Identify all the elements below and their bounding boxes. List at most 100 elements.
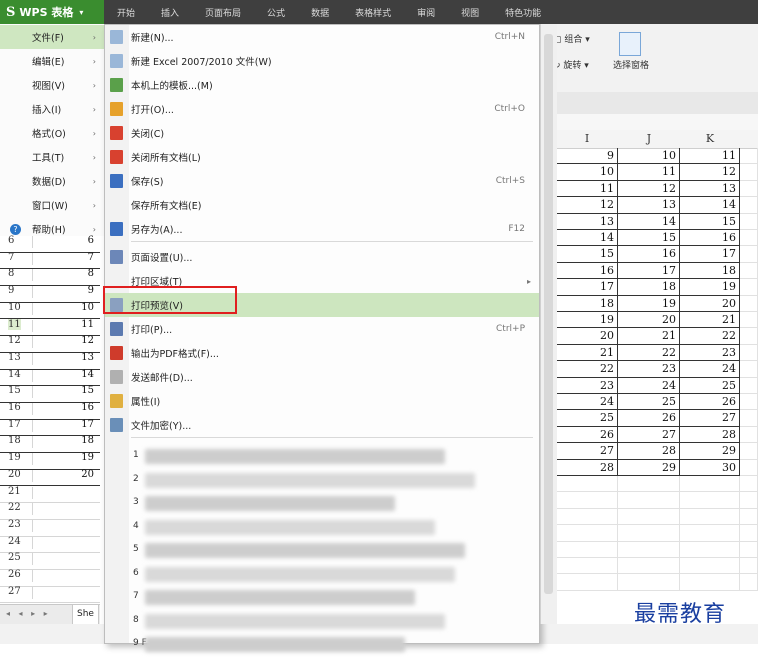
grid-cell-empty[interactable] <box>740 246 758 263</box>
grid-cell[interactable]: 30 <box>680 459 740 476</box>
grid-cell[interactable]: 18 <box>680 262 740 280</box>
column-header[interactable]: K <box>680 130 741 149</box>
grid-cell[interactable]: 22 <box>680 328 740 345</box>
main-menu-item[interactable]: 窗口(W) › <box>0 193 104 217</box>
cell-value[interactable]: 13 <box>81 352 94 363</box>
column-header[interactable] <box>740 130 758 149</box>
file-menu-item[interactable]: 保存(S) Ctrl+S <box>105 169 539 193</box>
ribbon-tab[interactable]: 审阅 <box>417 6 435 19</box>
grid-cell[interactable]: 10 <box>556 164 618 181</box>
grid-cell[interactable]: 14 <box>618 213 680 230</box>
grid-cell[interactable]: 20 <box>618 312 680 329</box>
grid-cell-empty[interactable] <box>618 525 680 542</box>
file-menu-item[interactable]: 输出为PDF格式(F)... <box>105 341 539 365</box>
grid-cell[interactable]: 17 <box>556 279 618 296</box>
grid-cell-empty[interactable] <box>680 508 740 526</box>
grid-cell-empty[interactable] <box>740 328 758 345</box>
grid-cell-empty[interactable] <box>618 541 680 558</box>
row-number[interactable]: 19 <box>8 452 21 463</box>
grid-cell[interactable]: 15 <box>556 246 618 263</box>
main-menu-item[interactable]: 文件(F) › <box>0 25 104 49</box>
select-pane-button[interactable]: 选择窗格 <box>613 58 649 71</box>
recent-file-item[interactable]: 8 <box>105 610 539 634</box>
row-number[interactable]: 23 <box>8 519 21 530</box>
grid-cell[interactable]: 22 <box>618 344 680 362</box>
row-number[interactable]: 25 <box>8 552 21 563</box>
grid-cell-empty[interactable] <box>740 426 758 444</box>
row-number[interactable]: 8 <box>8 268 14 279</box>
grid-cell-empty[interactable] <box>740 180 758 198</box>
grid-cell-empty[interactable] <box>556 508 618 526</box>
row-number[interactable]: 11 <box>8 318 21 330</box>
grid-cell-empty[interactable] <box>740 508 758 526</box>
row-number[interactable]: 7 <box>8 252 14 263</box>
file-menu-item[interactable]: 属性(I) <box>105 389 539 413</box>
cell-value[interactable]: 20 <box>81 469 94 480</box>
grid-cell[interactable]: 26 <box>618 410 680 427</box>
main-menu-item[interactable]: 编辑(E) › <box>0 49 104 73</box>
grid-cell-empty[interactable] <box>740 197 758 214</box>
grid-cell[interactable]: 13 <box>680 180 740 198</box>
grid-cell[interactable]: 27 <box>680 410 740 427</box>
grid-cell[interactable]: 19 <box>680 279 740 296</box>
grid-cell-empty[interactable] <box>618 508 680 526</box>
grid-cell[interactable]: 18 <box>556 295 618 312</box>
grid-cell[interactable]: 22 <box>556 361 618 378</box>
grid-cell[interactable]: 19 <box>618 295 680 312</box>
grid-cell[interactable]: 11 <box>556 180 618 198</box>
grid-cell-empty[interactable] <box>740 459 758 476</box>
grid-cell[interactable]: 15 <box>618 230 680 247</box>
grid-cell-empty[interactable] <box>618 574 680 591</box>
grid-cell[interactable]: 12 <box>556 197 618 214</box>
ribbon-tab[interactable]: 特色功能 <box>505 6 541 19</box>
grid-cell-empty[interactable] <box>556 541 618 558</box>
grid-cell[interactable]: 26 <box>556 426 618 444</box>
grid-cell-empty[interactable] <box>740 525 758 542</box>
grid-cell[interactable]: 19 <box>556 312 618 329</box>
rotate-button[interactable]: ↻ 旋转 ▾ <box>553 58 589 71</box>
grid-cell[interactable]: 27 <box>556 443 618 460</box>
row-number[interactable]: 26 <box>8 569 21 580</box>
cell-value[interactable]: 6 <box>88 235 94 246</box>
grid-cell[interactable]: 12 <box>618 180 680 198</box>
row-number[interactable]: 15 <box>8 385 21 396</box>
grid-cell-empty[interactable] <box>680 574 740 591</box>
grid-cell-empty[interactable] <box>740 410 758 427</box>
cell-value[interactable]: 19 <box>81 452 94 463</box>
grid-cell[interactable]: 29 <box>618 459 680 476</box>
row-number[interactable]: 20 <box>8 469 21 480</box>
grid-cell[interactable]: 28 <box>618 443 680 460</box>
grid-cell[interactable]: 28 <box>680 426 740 444</box>
grid-cell-empty[interactable] <box>556 525 618 542</box>
cell-value[interactable]: 12 <box>81 335 94 346</box>
sheet-tab[interactable]: She <box>72 605 99 625</box>
cell-value[interactable]: 17 <box>81 419 94 430</box>
grid-cell-empty[interactable] <box>740 262 758 280</box>
row-number[interactable]: 18 <box>8 435 21 446</box>
ribbon-tab[interactable]: 插入 <box>161 6 179 19</box>
grid-cell-empty[interactable] <box>740 492 758 509</box>
grid-cell[interactable]: 23 <box>680 344 740 362</box>
cell-value[interactable]: 14 <box>81 369 94 380</box>
recent-file-item[interactable]: 1 <box>105 445 539 469</box>
grid-cell-empty[interactable] <box>740 394 758 411</box>
grid-cell[interactable]: 13 <box>618 197 680 214</box>
row-number[interactable]: 6 <box>8 235 14 246</box>
grid-cell[interactable]: 24 <box>680 361 740 378</box>
cell-value[interactable]: 8 <box>88 268 94 279</box>
grid-cell-empty[interactable] <box>556 558 618 575</box>
grid-cell[interactable]: 15 <box>680 213 740 230</box>
grid-cell[interactable]: 16 <box>618 246 680 263</box>
grid-cell-empty[interactable] <box>740 213 758 230</box>
row-number[interactable]: 24 <box>8 536 21 547</box>
grid-cell[interactable]: 20 <box>556 328 618 345</box>
file-menu-item[interactable]: 保存所有文档(E) <box>105 193 539 217</box>
grid-cell-empty[interactable] <box>680 541 740 558</box>
main-menu-item[interactable]: 工具(T) › <box>0 145 104 169</box>
column-header[interactable]: I <box>556 130 619 149</box>
recent-file-item[interactable]: 2 <box>105 469 539 493</box>
grid-cell-empty[interactable] <box>556 492 618 509</box>
ribbon-tab[interactable]: 公式 <box>267 6 285 19</box>
main-menu-item[interactable]: 视图(V) › <box>0 73 104 97</box>
file-menu-item[interactable]: 本机上的模板...(M) <box>105 73 539 97</box>
